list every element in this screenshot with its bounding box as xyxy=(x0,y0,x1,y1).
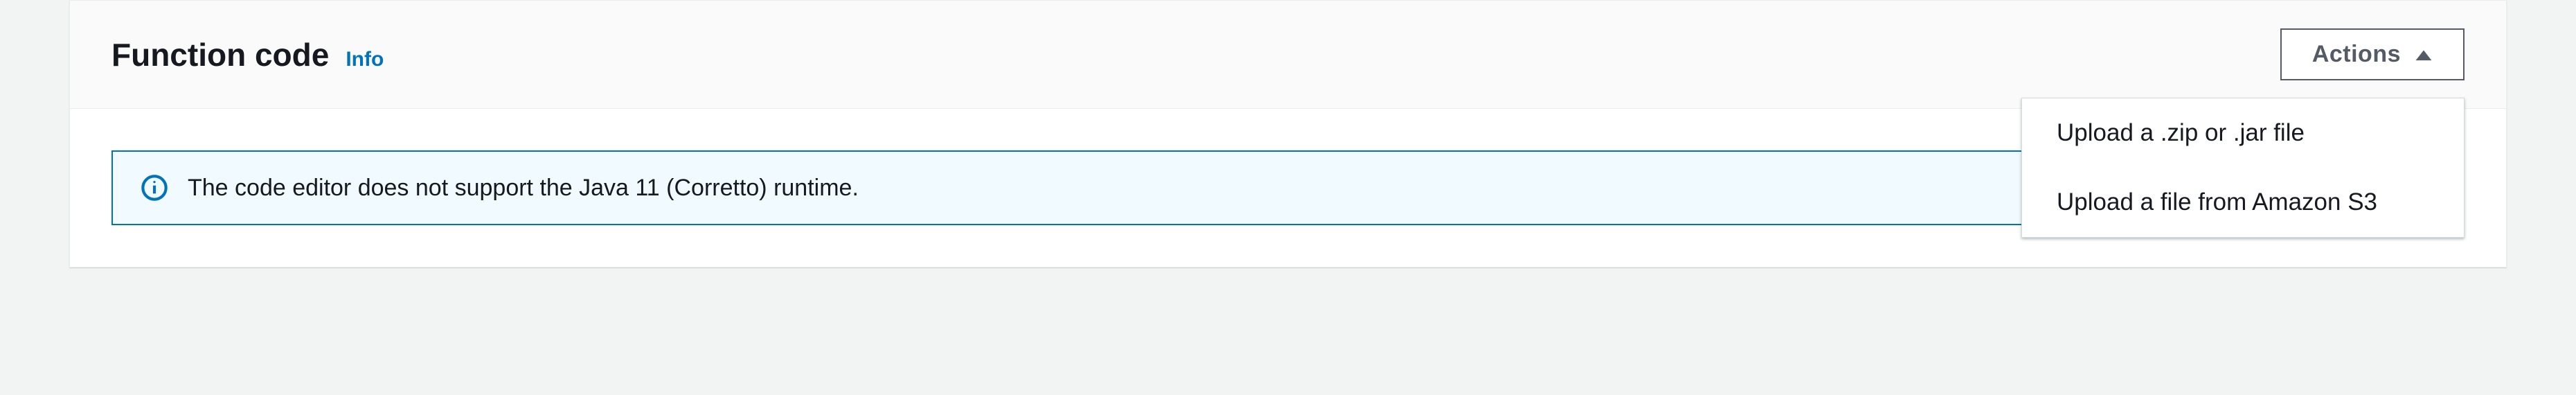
caret-up-icon xyxy=(2415,46,2433,64)
panel-header: Function code Info Actions xyxy=(70,1,2506,109)
info-icon xyxy=(141,174,168,202)
dropdown-item-upload-s3[interactable]: Upload a file from Amazon S3 xyxy=(2022,168,2464,237)
actions-dropdown: Upload a .zip or .jar file Upload a file… xyxy=(2021,98,2465,238)
actions-button-label: Actions xyxy=(2312,41,2401,68)
panel-header-left: Function code Info xyxy=(111,36,384,73)
info-banner-text: The code editor does not support the Jav… xyxy=(188,175,859,202)
function-code-panel: Function code Info Actions The code edit… xyxy=(69,0,2507,267)
panel-title: Function code xyxy=(111,36,329,73)
dropdown-item-upload-zip[interactable]: Upload a .zip or .jar file xyxy=(2022,98,2464,168)
info-link[interactable]: Info xyxy=(346,48,384,71)
actions-button[interactable]: Actions xyxy=(2280,28,2465,80)
